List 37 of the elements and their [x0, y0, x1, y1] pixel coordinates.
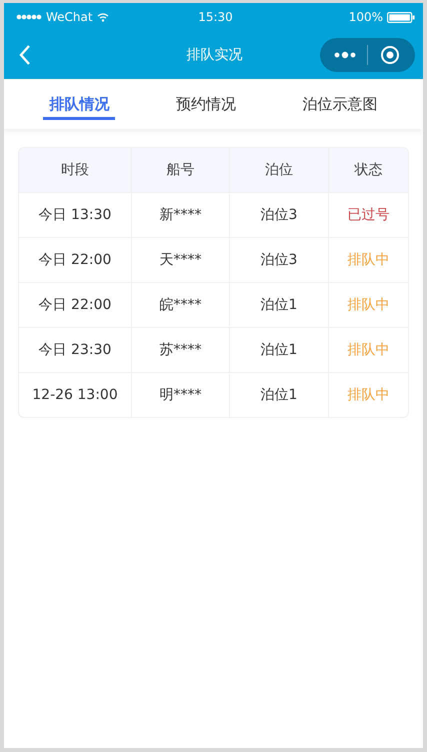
table-cell-text: 今日 13:30 [38, 206, 112, 225]
carrier-name: WeChat [46, 10, 93, 24]
table-cell: 排队中 [328, 238, 408, 282]
clock-time: 15:30 [198, 10, 233, 24]
more-icon [333, 51, 357, 59]
column-header: 泊位 [229, 148, 328, 192]
column-header: 船号 [131, 148, 229, 192]
table-cell: 苏**** [131, 328, 229, 372]
table-cell-text: 今日 23:30 [38, 341, 112, 360]
table-cell-text: 今日 22:00 [38, 296, 112, 315]
back-icon [18, 44, 32, 66]
table-cell: 皖**** [131, 283, 229, 327]
tab[interactable]: 泊位示意图 [296, 88, 384, 120]
tab[interactable]: 排队情况 [43, 88, 116, 120]
table-cell: 明**** [131, 373, 229, 417]
table-cell: 泊位3 [229, 193, 328, 237]
tab[interactable]: 预约情况 [170, 88, 242, 120]
column-header: 状态 [328, 148, 408, 192]
page-title: 排队实况 [186, 46, 242, 64]
wifi-icon [96, 12, 109, 22]
table-cell: 泊位1 [229, 328, 328, 372]
table-cell: 泊位1 [229, 283, 328, 327]
table-cell-text: 今日 22:00 [38, 251, 112, 270]
table-cell: 泊位3 [229, 238, 328, 282]
table-cell: 天**** [131, 238, 229, 282]
target-icon [380, 45, 400, 65]
table-cell: 排队中 [328, 328, 408, 372]
table-cell-text: 12-26 13:00 [31, 386, 119, 405]
table-cell: 排队中 [328, 283, 408, 327]
column-header: 时段 [60, 161, 90, 180]
table-cell: 排队中 [328, 373, 408, 417]
table-cell: 泊位1 [229, 373, 328, 417]
signal-icon [16, 14, 42, 20]
table-cell: 新**** [131, 193, 229, 237]
battery-icon [387, 12, 415, 22]
battery-percent: 100% [348, 10, 383, 24]
table-cell: 已过号 [328, 193, 408, 237]
